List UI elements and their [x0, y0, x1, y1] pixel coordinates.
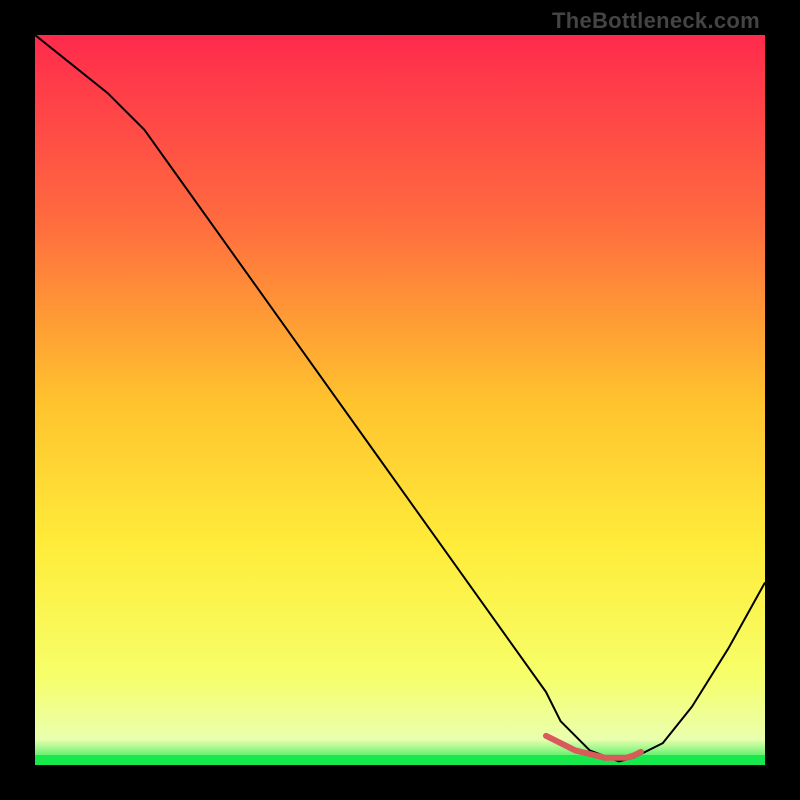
- watermark-label: TheBottleneck.com: [552, 8, 760, 34]
- chart-svg: [35, 35, 765, 765]
- chart-frame: TheBottleneck.com: [0, 0, 800, 800]
- plot-area: [35, 35, 765, 765]
